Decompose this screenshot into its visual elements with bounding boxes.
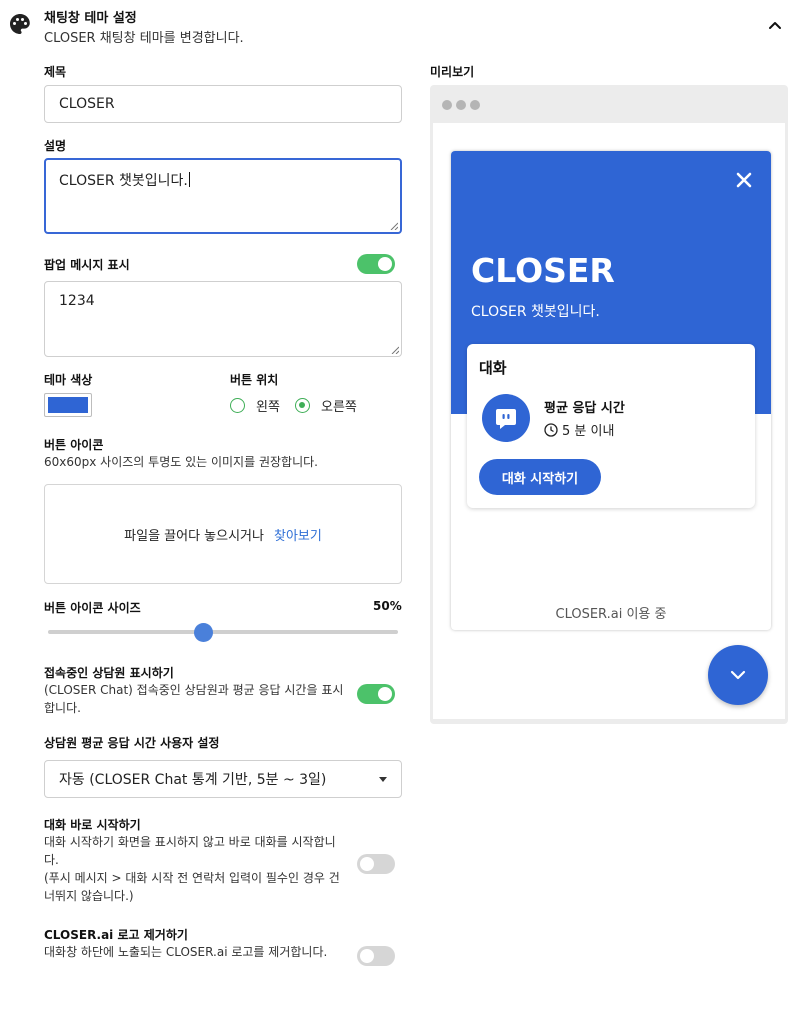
toggle-knob [360, 857, 374, 871]
icon-size-label: 버튼 아이콘 사이즈 [44, 601, 141, 615]
icon-size-slider-thumb[interactable] [194, 623, 213, 642]
radio-circle [230, 398, 245, 413]
icon-size-value: 50% [373, 599, 402, 613]
button-icon-hint: 60x60px 사이즈의 투명도 있는 이미지를 권장합니다. [44, 455, 318, 469]
position-left-label: 왼쪽 [256, 400, 280, 415]
title-label: 제목 [44, 65, 67, 79]
start-now-note: (푸시 메시지 > 대화 시작 전 연락처 입력이 필수인 경우 건너뛰지 않습… [44, 871, 340, 903]
theme-color-picker[interactable] [44, 393, 92, 417]
description-textarea[interactable]: CLOSER 챗봇입니다. [44, 158, 402, 234]
preview-label: 미리보기 [430, 65, 475, 79]
position-left-radio[interactable]: 왼쪽 [230, 396, 280, 415]
show-agent-toggle[interactable] [357, 684, 395, 704]
icon-size-slider-track[interactable] [48, 630, 398, 634]
avg-time-select[interactable]: 자동 (CLOSER Chat 통계 기반, 5분 ~ 3일) [44, 760, 402, 798]
description-value: CLOSER 챗봇입니다. [59, 173, 188, 189]
chat-window-preview: CLOSER CLOSER 챗봇입니다. 대화 평균 응답 시간 5 분 이내 … [451, 151, 771, 630]
description-label: 설명 [44, 139, 67, 153]
text-caret [188, 172, 190, 187]
start-now-label: 대화 바로 시작하기 [44, 818, 141, 832]
start-conversation-button[interactable]: 대화 시작하기 [479, 459, 601, 495]
window-dot-icon [456, 100, 466, 110]
conversation-card: 대화 평균 응답 시간 5 분 이내 대화 시작하기 [467, 344, 755, 508]
start-now-toggle[interactable] [357, 854, 395, 874]
popup-message-label: 팝업 메시지 표시 [44, 258, 130, 272]
start-now-desc: 대화 시작하기 화면을 표시하지 않고 바로 대화를 시작합니다. [44, 835, 336, 867]
position-right-radio[interactable]: 오른쪽 [295, 396, 357, 415]
avg-response-value: 5 분 이내 [562, 424, 615, 439]
title-input[interactable]: CLOSER [44, 85, 402, 123]
chat-bubble-icon [496, 409, 516, 429]
browse-link[interactable]: 찾아보기 [274, 525, 322, 544]
agent-avatar [482, 394, 530, 442]
popup-message-toggle[interactable] [357, 254, 395, 274]
dropdown-arrow-icon [379, 777, 387, 782]
toggle-knob [378, 257, 392, 271]
radio-circle-checked [295, 398, 310, 413]
popup-message-value: 1234 [59, 293, 95, 309]
chevron-down-icon [730, 670, 746, 680]
section-title: 채팅창 테마 설정 [44, 11, 137, 26]
resize-grip-icon[interactable] [391, 346, 399, 354]
window-dot-icon [470, 100, 480, 110]
close-icon[interactable] [734, 170, 754, 190]
chat-launcher-button[interactable] [708, 645, 768, 705]
powered-by-label: CLOSER.ai 이용 중 [555, 607, 667, 622]
avg-time-selected: 자동 (CLOSER Chat 통계 기반, 5분 ~ 3일) [59, 772, 327, 788]
button-icon-label: 버튼 아이콘 [44, 438, 104, 452]
chat-title: CLOSER [471, 251, 615, 290]
color-swatch-fill [48, 397, 88, 413]
icon-dropzone[interactable]: 파일을 끌어다 놓으시거나 찾아보기 [44, 484, 402, 584]
palette-icon [10, 14, 30, 34]
theme-color-label: 테마 색상 [44, 373, 93, 387]
window-dot-icon [442, 100, 452, 110]
avg-response-label: 평균 응답 시간 [544, 401, 625, 416]
dropzone-text: 파일을 끌어다 놓으시거나 [124, 528, 264, 544]
remove-logo-label: CLOSER.ai 로고 제거하기 [44, 928, 188, 942]
show-agent-label: 접속중인 상담원 표시하기 [44, 666, 174, 680]
resize-grip-icon[interactable] [390, 222, 398, 230]
popup-message-textarea[interactable]: 1234 [44, 281, 402, 357]
chat-subtitle: CLOSER 챗봇입니다. [471, 304, 600, 320]
section-subtitle: CLOSER 채팅창 테마를 변경합니다. [44, 31, 244, 46]
theme-settings-header: 채팅창 테마 설정 CLOSER 채팅창 테마를 변경합니다. [0, 0, 800, 50]
avg-response-time: 5 분 이내 [544, 420, 614, 439]
conversation-title: 대화 [479, 359, 507, 377]
toggle-knob [360, 949, 374, 963]
toggle-knob [378, 687, 392, 701]
remove-logo-toggle[interactable] [357, 946, 395, 966]
title-input-value: CLOSER [59, 96, 115, 112]
show-agent-desc: (CLOSER Chat) 접속중인 상담원과 평균 응답 시간을 표시합니다. [44, 683, 344, 715]
avg-time-label: 상담원 평균 응답 시간 사용자 설정 [44, 736, 220, 750]
remove-logo-desc: 대화창 하단에 노출되는 CLOSER.ai 로고를 제거합니다. [44, 945, 328, 959]
position-right-label: 오른쪽 [321, 400, 357, 415]
chevron-up-icon[interactable] [764, 14, 786, 36]
button-position-label: 버튼 위치 [230, 373, 279, 387]
clock-icon [544, 422, 558, 437]
